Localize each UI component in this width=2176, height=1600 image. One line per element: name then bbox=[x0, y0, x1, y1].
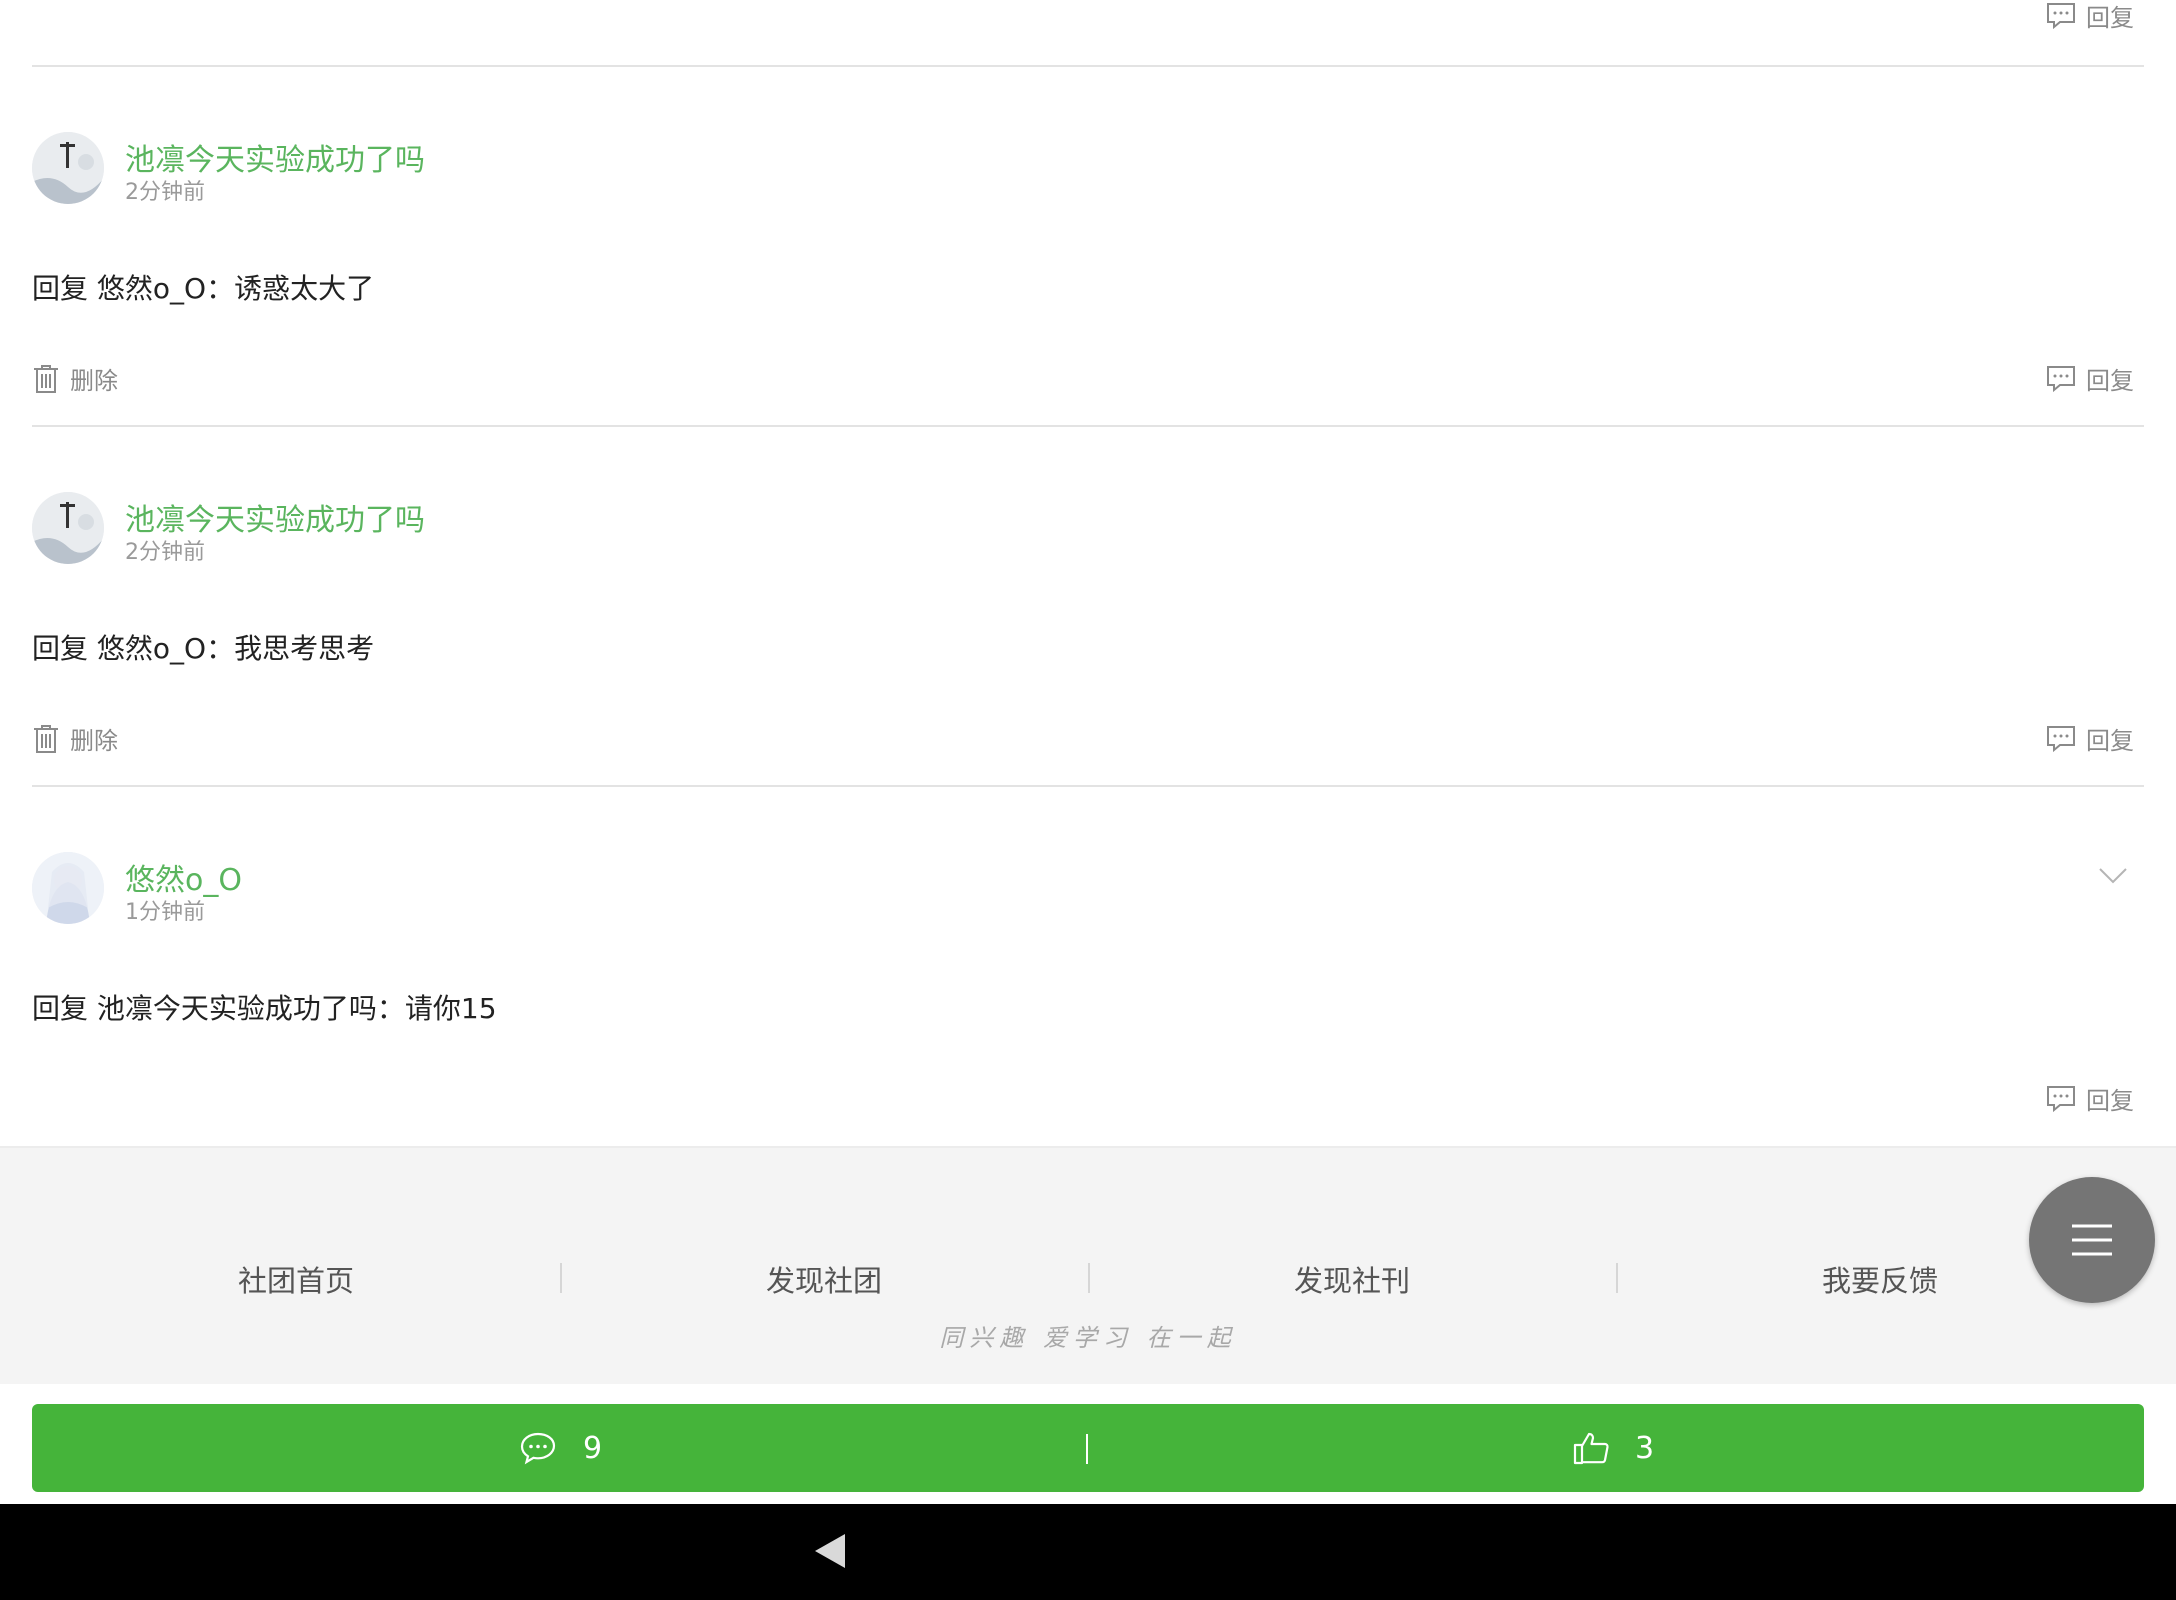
footer-slogan: 同兴趣 爱学习 在一起 bbox=[939, 1324, 1237, 1352]
delete-label: 删除 bbox=[70, 367, 118, 395]
reply-icon bbox=[2047, 2, 2075, 29]
bottom-bar-separator bbox=[1086, 1434, 1088, 1464]
thumbs-up-icon bbox=[1573, 1432, 1609, 1465]
delete-button[interactable]: 删除 bbox=[32, 721, 118, 756]
comment-item-previous: 回复 bbox=[32, 0, 2144, 67]
trash-icon bbox=[34, 724, 58, 753]
footer-nav-discover-clubs[interactable]: 发现社团 bbox=[560, 1258, 1088, 1300]
avatar[interactable] bbox=[32, 132, 104, 204]
menu-icon bbox=[2072, 1224, 2112, 1256]
bottom-action-bar: 9 3 bbox=[32, 1404, 2144, 1492]
comment-item: 悠然o_O 1分钟前 回复 池凛今天实验成功了吗：请你15 回复 bbox=[32, 787, 2144, 1146]
delete-label: 删除 bbox=[70, 727, 118, 755]
reply-icon bbox=[2047, 725, 2075, 752]
reply-icon bbox=[2047, 1085, 2075, 1112]
trash-icon bbox=[34, 364, 58, 393]
avatar[interactable] bbox=[32, 492, 104, 564]
footer-nav-home[interactable]: 社团首页 bbox=[32, 1258, 560, 1300]
comment-time: 1分钟前 bbox=[125, 900, 205, 925]
like-count-button[interactable]: 3 bbox=[1573, 1404, 1654, 1492]
reply-button[interactable]: 回复 bbox=[2046, 1081, 2134, 1116]
reply-icon bbox=[2047, 365, 2075, 392]
reply-label: 回复 bbox=[2086, 367, 2134, 395]
comment-author[interactable]: 池凛今天实验成功了吗 bbox=[125, 135, 425, 179]
page: 回复 池凛今天实验成功了吗 2分钟前 回复 悠然o_O：诱惑太大了 删除 回复 … bbox=[0, 0, 2176, 1600]
comment-time: 2分钟前 bbox=[125, 540, 205, 565]
like-count: 3 bbox=[1635, 1430, 1655, 1466]
comment-count-button[interactable]: 9 bbox=[519, 1404, 602, 1492]
comment-author[interactable]: 悠然o_O bbox=[125, 855, 242, 899]
comment-content: 回复 池凛今天实验成功了吗：请你15 bbox=[32, 992, 497, 1025]
site-footer: 社团首页 发现社团 发现社刊 我要反馈 同兴趣 爱学习 在一起 bbox=[0, 1146, 2176, 1384]
delete-button[interactable]: 删除 bbox=[32, 361, 118, 396]
reply-label: 回复 bbox=[2086, 1087, 2134, 1115]
footer-nav-discover-journals[interactable]: 发现社刊 bbox=[1088, 1258, 1616, 1300]
reply-button[interactable]: 回复 bbox=[2046, 721, 2134, 756]
reply-label: 回复 bbox=[2086, 4, 2134, 32]
reply-button[interactable]: 回复 bbox=[2046, 0, 2134, 33]
comment-item: 池凛今天实验成功了吗 2分钟前 回复 悠然o_O：我思考思考 删除 回复 bbox=[32, 427, 2144, 787]
reply-label: 回复 bbox=[2086, 727, 2134, 755]
menu-button[interactable] bbox=[2029, 1177, 2155, 1303]
chevron-down-icon[interactable] bbox=[2098, 867, 2128, 885]
comment-item: 池凛今天实验成功了吗 2分钟前 回复 悠然o_O：诱惑太大了 删除 回复 bbox=[32, 67, 2144, 427]
comment-count: 9 bbox=[583, 1430, 603, 1466]
reply-button[interactable]: 回复 bbox=[2046, 361, 2134, 396]
system-navigation-bar bbox=[0, 1504, 2176, 1600]
comment-time: 2分钟前 bbox=[125, 180, 205, 205]
comment-author[interactable]: 池凛今天实验成功了吗 bbox=[125, 495, 425, 539]
comment-icon bbox=[520, 1432, 556, 1465]
comment-content: 回复 悠然o_O：诱惑太大了 bbox=[32, 272, 375, 305]
back-icon[interactable] bbox=[815, 1534, 845, 1568]
avatar[interactable] bbox=[32, 852, 104, 924]
comment-content: 回复 悠然o_O：我思考思考 bbox=[32, 632, 375, 665]
